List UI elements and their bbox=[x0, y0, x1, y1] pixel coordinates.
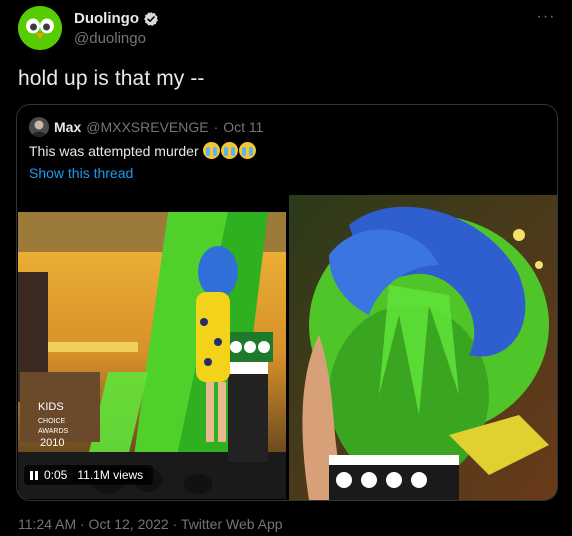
author-handle[interactable]: @duolingo bbox=[74, 30, 159, 47]
separator-dot: · bbox=[213, 119, 219, 135]
quoted-author-handle[interactable]: @MXXSREVENGE bbox=[86, 119, 208, 135]
show-thread-link[interactable]: Show this thread bbox=[29, 165, 133, 181]
quoted-avatar[interactable] bbox=[29, 117, 49, 137]
loudly-crying-face-icon bbox=[202, 142, 220, 159]
svg-text:AWARDS: AWARDS bbox=[38, 428, 69, 435]
author-info: Duolingo @duolingo bbox=[74, 10, 159, 47]
quoted-image[interactable] bbox=[289, 195, 557, 500]
quoted-tweet[interactable]: Max @MXXSREVENGE · Oct 11 This was attem… bbox=[16, 104, 558, 501]
avatar[interactable] bbox=[18, 6, 62, 50]
loudly-crying-face-icon bbox=[238, 142, 256, 159]
svg-text:CHOICE: CHOICE bbox=[38, 418, 66, 425]
video-time: 0:05 bbox=[44, 468, 68, 482]
video-controls: 0:05 11.1M views bbox=[24, 465, 154, 485]
tweet-header: Duolingo @duolingo ··· bbox=[18, 6, 558, 50]
tweet-text: hold up is that my -- bbox=[18, 67, 205, 90]
duolingo-owl-icon bbox=[18, 6, 62, 50]
quoted-date[interactable]: Oct 11 bbox=[223, 119, 263, 135]
video-player[interactable]: KIDS CHOICE AWARDS 2010 0:05 11.1M views bbox=[18, 212, 286, 499]
slime-photo bbox=[289, 195, 557, 500]
quoted-tweet-text: This was attempted murder bbox=[29, 142, 199, 159]
author-name-row: Duolingo bbox=[74, 10, 159, 27]
video-thumbnail: KIDS CHOICE AWARDS 2010 bbox=[18, 212, 286, 499]
video-views: 11.1M views bbox=[73, 467, 148, 483]
verified-badge-icon bbox=[143, 11, 158, 26]
loudly-crying-face-icon bbox=[220, 142, 238, 159]
svg-text:2010: 2010 bbox=[40, 437, 64, 449]
pause-icon[interactable] bbox=[30, 470, 38, 480]
more-options-button[interactable]: ··· bbox=[534, 9, 558, 26]
emoji-group bbox=[202, 142, 256, 159]
quoted-tweet-header: Max @MXXSREVENGE · Oct 11 bbox=[29, 117, 263, 137]
tweet-timestamp[interactable]: 11:24 AM · Oct 12, 2022 · Twitter Web Ap… bbox=[18, 516, 283, 532]
quoted-author-name[interactable]: Max bbox=[54, 119, 81, 135]
quoted-tweet-text-row: This was attempted murder bbox=[29, 142, 256, 159]
person-avatar-icon bbox=[29, 117, 49, 137]
kids-choice-logo-text: KIDS bbox=[38, 401, 64, 413]
more-icon: ··· bbox=[536, 8, 556, 25]
author-name[interactable]: Duolingo bbox=[74, 10, 139, 27]
